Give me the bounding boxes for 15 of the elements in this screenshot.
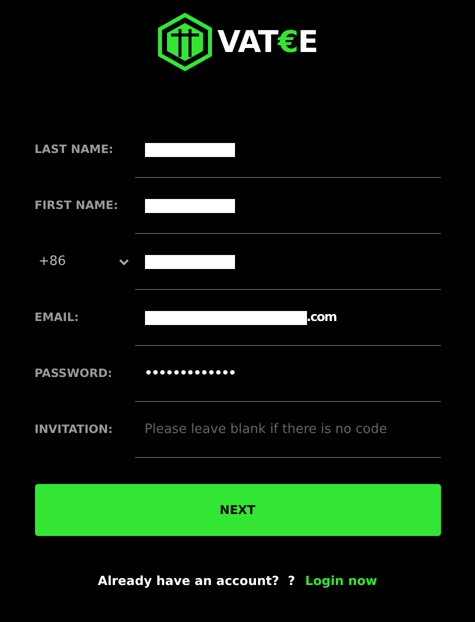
field-label: EMAIL:	[34, 309, 79, 326]
input-field[interactable]: .com	[134, 290, 440, 346]
country-code-select[interactable]: +86	[34, 252, 130, 272]
field-label: FIRST NAME:	[34, 197, 118, 214]
login-link[interactable]: Login now	[305, 572, 378, 591]
field-label: LAST NAME:	[34, 141, 114, 158]
field-label: INVITATION:	[34, 421, 113, 438]
logo-icon	[157, 13, 214, 71]
next-button[interactable]: NEXT	[34, 484, 440, 536]
field-label: PASSWORD:	[34, 365, 112, 382]
logo-text: VAT€E	[217, 24, 318, 62]
chevron-down-icon	[118, 258, 128, 266]
account-prompt: Already have an account? ?	[98, 572, 296, 590]
input-field[interactable]: Please leave blank if there is no code	[134, 402, 440, 458]
input-field[interactable]: •••••••••••••	[134, 346, 440, 402]
